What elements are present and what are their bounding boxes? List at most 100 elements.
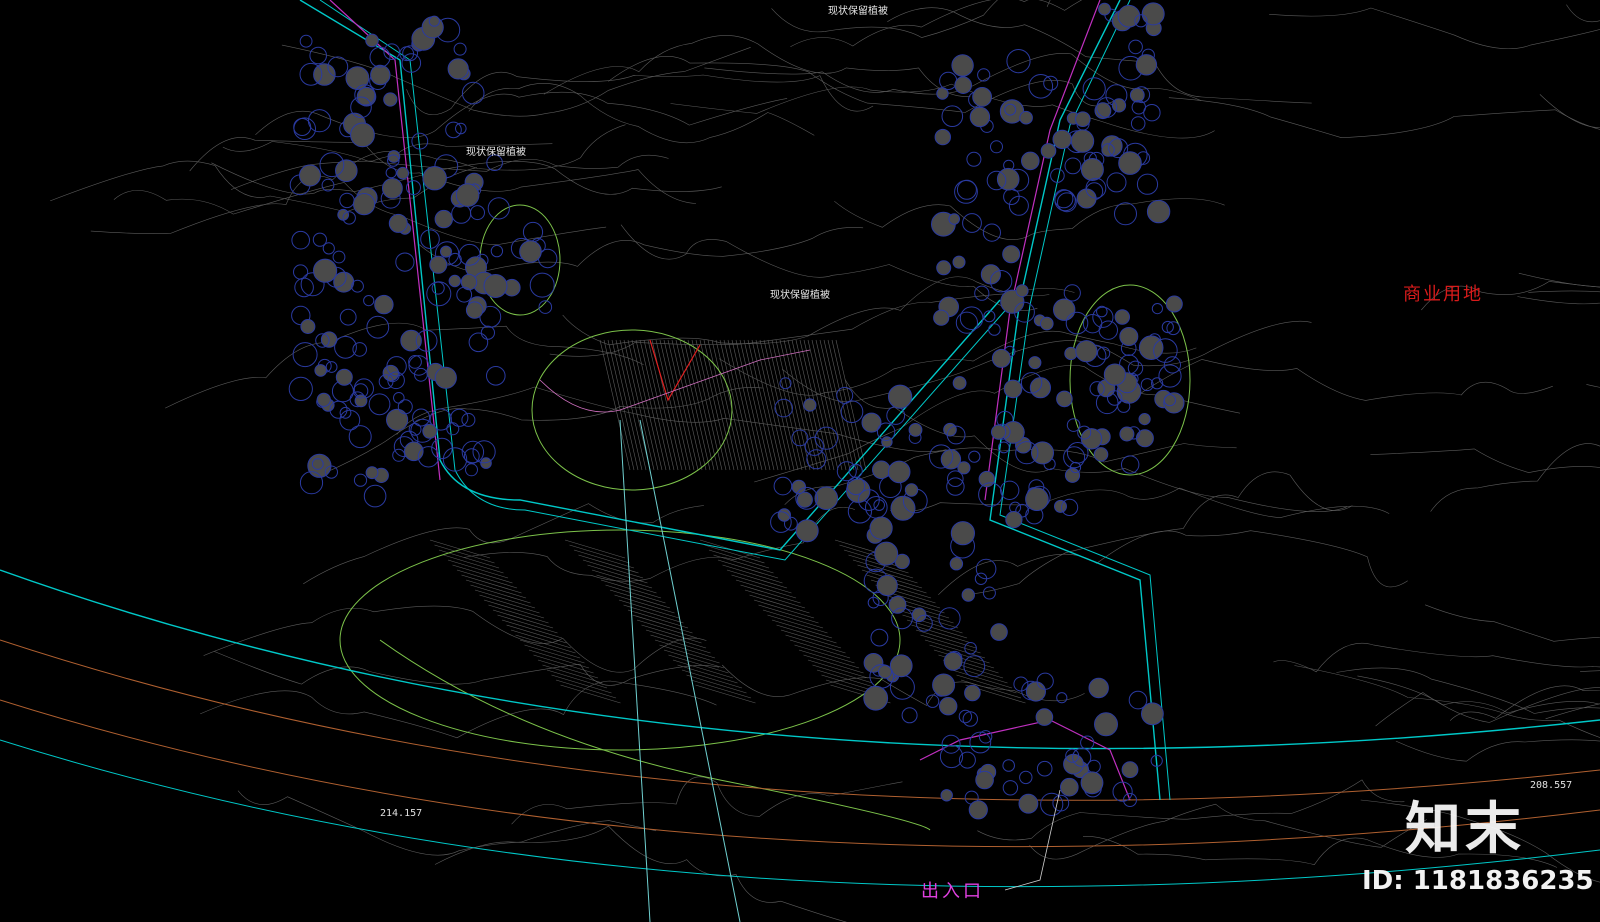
tree-symbol xyxy=(939,697,958,716)
tree-symbol xyxy=(1005,510,1023,529)
tree-symbol xyxy=(350,122,375,148)
tree-symbol xyxy=(887,460,911,484)
tree-symbol xyxy=(1114,309,1131,325)
tree-symbol xyxy=(795,519,819,543)
tree-symbol xyxy=(1129,87,1145,103)
tree-symbol xyxy=(968,800,988,820)
tree-symbol xyxy=(440,245,452,258)
tree-symbol xyxy=(382,178,403,199)
tree-symbol xyxy=(964,684,981,702)
tree-symbol xyxy=(374,294,394,315)
tree-symbol xyxy=(1018,793,1039,814)
tree-symbol xyxy=(1135,54,1158,76)
tree-symbol xyxy=(370,64,391,86)
tree-symbol xyxy=(447,58,469,80)
commercial-land-label: 商业用地 xyxy=(1403,284,1483,305)
tree-symbol xyxy=(1064,346,1078,361)
tree-symbol xyxy=(1028,356,1042,370)
tree-symbol xyxy=(952,376,967,390)
tree-symbol xyxy=(969,106,991,128)
tree-symbol xyxy=(888,384,913,409)
tree-symbol xyxy=(908,423,923,437)
tree-symbol xyxy=(1138,335,1164,361)
tree-symbol xyxy=(1103,363,1127,386)
tree-symbol xyxy=(951,54,974,77)
tree-symbol xyxy=(1075,340,1098,363)
elevation-left: 214.157 xyxy=(380,808,423,819)
tree-symbol xyxy=(429,255,448,274)
tree-symbol xyxy=(434,209,453,229)
tree-symbol xyxy=(307,453,332,478)
tree-symbol xyxy=(1118,151,1142,175)
tree-symbol xyxy=(333,271,355,293)
tree-symbol xyxy=(932,673,956,697)
tree-symbol xyxy=(943,651,963,671)
tree-symbol xyxy=(365,33,379,48)
retained-vegetation-label-1: 现状保留植被 xyxy=(828,6,888,17)
tree-symbol xyxy=(961,588,975,602)
tree-symbol xyxy=(881,436,893,448)
tree-symbol xyxy=(383,92,398,107)
tree-symbol xyxy=(1075,111,1091,127)
tree-symbol xyxy=(991,424,1007,440)
tree-symbol xyxy=(1040,143,1057,159)
tree-symbol xyxy=(428,15,440,27)
tree-symbol xyxy=(934,128,951,146)
tree-symbol xyxy=(300,319,316,334)
tree-symbol xyxy=(950,521,976,546)
tree-symbol xyxy=(1135,429,1154,448)
retained-vegetation-label-2: 现状保留植被 xyxy=(466,147,526,158)
tree-symbol xyxy=(1121,761,1139,779)
tree-symbol xyxy=(1040,316,1054,331)
tree-symbol xyxy=(940,789,953,802)
elevation-right: 208.557 xyxy=(1530,780,1573,791)
tree-symbol xyxy=(957,461,971,475)
tree-symbol xyxy=(313,258,338,283)
tree-symbol xyxy=(1003,379,1023,399)
tree-symbol xyxy=(314,364,328,377)
tree-symbol xyxy=(455,183,480,207)
tree-symbol xyxy=(1146,199,1171,224)
tree-symbol xyxy=(869,516,893,540)
tree-symbol xyxy=(1064,467,1081,483)
tree-symbol xyxy=(1052,129,1072,150)
tree-symbol xyxy=(888,595,907,614)
tree-symbol xyxy=(422,166,447,191)
tree-symbol xyxy=(316,392,331,407)
tree-symbol xyxy=(863,685,889,711)
tree-symbol xyxy=(1088,677,1109,699)
tree-symbol xyxy=(1021,151,1040,171)
tree-symbol xyxy=(876,574,898,597)
tree-symbol xyxy=(1056,390,1073,408)
tree-symbol xyxy=(519,240,542,263)
tree-symbol xyxy=(434,366,457,389)
tree-symbol xyxy=(1165,295,1183,313)
tree-symbol xyxy=(1141,2,1165,26)
tree-symbol xyxy=(1119,426,1135,442)
tree-symbol xyxy=(814,486,839,511)
tree-symbol xyxy=(365,466,379,480)
tree-symbol xyxy=(1098,2,1111,16)
tree-symbol xyxy=(796,491,813,508)
tree-symbol xyxy=(1101,143,1115,157)
tree-symbol xyxy=(954,76,973,94)
tree-symbol xyxy=(1080,158,1104,181)
tree-symbol xyxy=(803,398,817,412)
tree-symbol xyxy=(1053,298,1076,321)
tree-symbol xyxy=(904,483,919,497)
tree-symbol xyxy=(448,274,461,288)
tree-symbol xyxy=(949,557,964,571)
tree-symbol xyxy=(978,470,995,488)
tree-symbol xyxy=(1015,284,1029,298)
tree-symbol xyxy=(1002,245,1021,264)
tree-symbol xyxy=(335,159,358,182)
watermark-logo: 知末 xyxy=(1405,797,1525,862)
retained-vegetation-label-3: 现状保留植被 xyxy=(770,290,830,301)
watermark-id: ID: 1181836235 xyxy=(1362,866,1594,896)
tree-symbol xyxy=(396,166,410,180)
tree-symbol xyxy=(465,301,484,319)
tree-symbol xyxy=(1019,110,1033,125)
entrance-label: 出入口 xyxy=(921,881,984,902)
tree-symbol xyxy=(990,623,1008,641)
tree-symbol xyxy=(1094,712,1118,737)
